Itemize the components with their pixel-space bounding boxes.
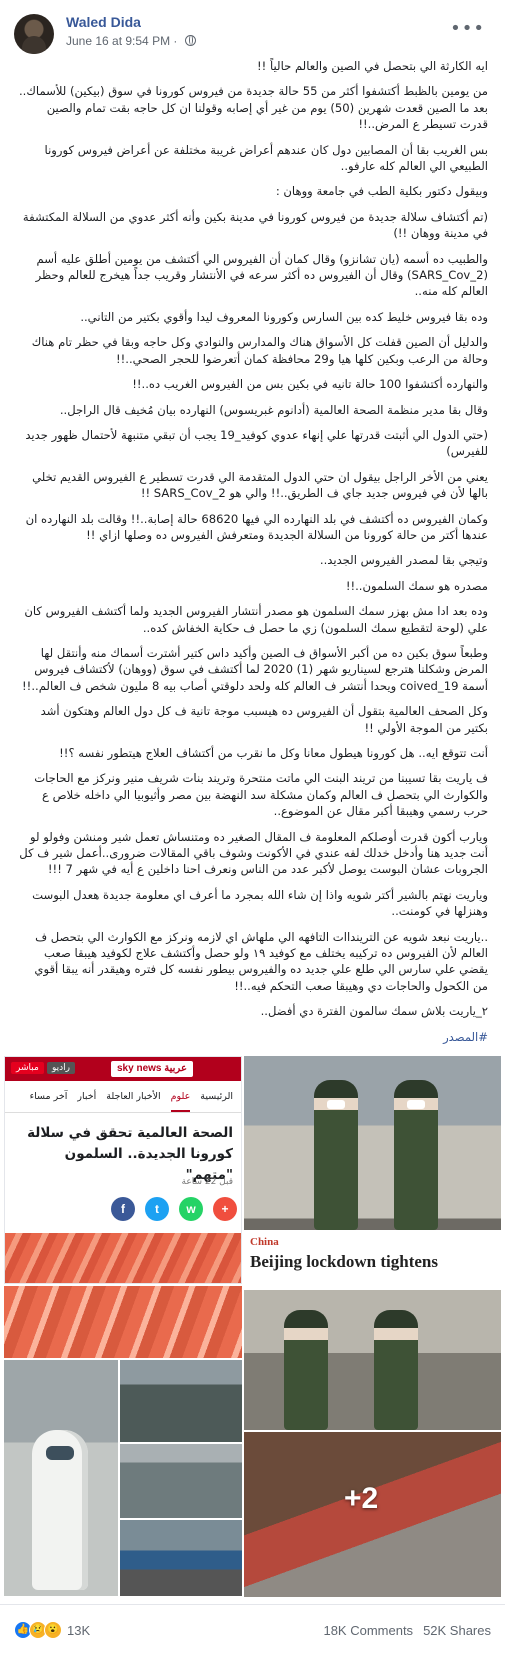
engagement-counts: 18K Comments 52K Shares — [323, 1623, 491, 1638]
post-paragraph: ٢_ياريت بلاش سمك سالمون الفترة دي أفضل.. — [260, 1004, 488, 1019]
reactions-summary[interactable]: 👍 😢 😮 13K — [14, 1621, 90, 1639]
guard-figure — [284, 1310, 328, 1430]
post-footer: 👍 😢 😮 13K 18K Comments 52K Shares — [0, 1604, 505, 1654]
photo-hazmat-worker[interactable] — [4, 1360, 118, 1596]
photo-sky-news-article[interactable]: مباشر راديو sky news عربية الرئيسية علوم ا… — [4, 1056, 242, 1284]
twitter-share-icon: t — [145, 1197, 169, 1221]
post-paragraph: وكل الصحف العالمية بتقول أن الفيروس ده ه… — [40, 704, 488, 735]
comments-count[interactable]: 18K Comments — [323, 1623, 413, 1638]
caption-tag: China — [250, 1236, 279, 1248]
guard-figure — [374, 1310, 418, 1430]
photo-beijing-guards[interactable]: China Beijing lockdown tightens — [244, 1056, 501, 1288]
post-paragraph: وده بقا فيروس خليط كده بين السارس وكورون… — [80, 309, 488, 324]
salmon-image-strip — [5, 1233, 241, 1283]
photo-salmon-fillets[interactable] — [4, 1286, 242, 1358]
author-avatar[interactable] — [14, 14, 54, 54]
post-header: Waled Dida June 16 at 9:54 PM · ••• — [0, 0, 505, 56]
wow-reaction-icon: 😮 — [44, 1621, 62, 1639]
post-paragraph: وياريت نهتم بالشير أكتر شويه واذا إن شاء… — [32, 887, 488, 919]
post-paragraph: والطبيب ده أسمه (يان تشانزو) وقال كمان أ… — [35, 251, 488, 299]
sky-news-logo: sky news عربية — [111, 1061, 193, 1077]
post-paragraph: وبيقول دكتور بكلية الطب في جامعة ووهان : — [275, 184, 488, 199]
post-paragraph: (تم أكتشاف سلالة جديدة من فيروس كورونا ف… — [22, 209, 488, 241]
share-icons: f t w + — [13, 1197, 237, 1221]
photo-gallery: مباشر راديو sky news عربية الرئيسية علوم ا… — [0, 1050, 505, 1602]
post-paragraph: وطبعاً سوق بكين ده من أكبر الأسواق ف الص… — [22, 645, 488, 693]
facebook-share-icon: f — [111, 1197, 135, 1221]
more-options-icon[interactable]: ••• — [450, 18, 485, 39]
post-paragraph: والنهارده أكتشفوا 100 حالة تانيه في بكين… — [132, 377, 488, 392]
sky-nav-item: الأخبار العاجلة — [106, 1091, 161, 1102]
post-paragraph: ويارب أكون قدرت أوصلكم المعلومة ف المقال… — [19, 829, 488, 877]
post-paragraph: بس الغريب بقا أن المصابين دول كان عندهم … — [44, 142, 488, 174]
whatsapp-share-icon: w — [179, 1197, 203, 1221]
sky-nav-item: آخر مساء — [29, 1091, 68, 1102]
post-paragraph: وقال بقا مدير منظمة الصحة العالمية (أدان… — [59, 402, 488, 417]
post-paragraph: والدليل أن الصين قفلت كل الأسواق هناك وا… — [31, 335, 488, 366]
photo-market[interactable]: +2 — [244, 1432, 501, 1597]
post-paragraph: (حتي الدول الي أثبتت قدرتها علي إنهاء عد… — [25, 427, 488, 459]
post-paragraph: ..ياريت نبعد شويه عن الترينداات التافهه … — [34, 929, 488, 993]
hashtag-link[interactable]: #المصدر — [18, 1029, 488, 1045]
reaction-count: 13K — [67, 1622, 91, 1638]
shares-count[interactable]: 52K Shares — [423, 1623, 491, 1638]
photo-street-checkpoint[interactable] — [120, 1360, 242, 1442]
post-paragraph: يعني من الأخر الراجل بيقول ان حتي الدول … — [32, 469, 488, 501]
post-paragraph: وتيجي بقا لمصدر الفيروس الجديد.. — [319, 553, 488, 568]
author-name[interactable]: Waled Dida — [66, 14, 141, 30]
more-photos-count[interactable]: +2 — [344, 1482, 378, 1516]
sky-time: قبل 22 ساعة — [181, 1177, 234, 1187]
sky-nav-item: علوم — [170, 1091, 191, 1112]
sky-nav-item: أخبار — [77, 1091, 97, 1102]
photo-guards-closeup[interactable] — [244, 1290, 501, 1430]
post-paragraph: وده بعد ادا مش بهزر سمك السلمون هو مصدر … — [24, 604, 488, 635]
post-paragraph: ايه الكارثة الي بتحصل في الصين والعالم ح… — [257, 59, 488, 73]
sky-radio-badge: راديو — [47, 1062, 76, 1074]
more-share-icon: + — [213, 1197, 237, 1221]
mask-shape — [327, 1100, 345, 1109]
post-body: ايه الكارثة الي بتحصل في الصين والعالم ح… — [18, 58, 488, 1147]
photo-street-market[interactable] — [120, 1444, 242, 1518]
mask-shape — [407, 1100, 425, 1109]
post-meta: June 16 at 9:54 PM · — [66, 34, 196, 48]
post-paragraph: وكمان الفيروس ده أكتشف في بلد النهارده ا… — [25, 511, 488, 542]
post-paragraph: أنت تتوقع ايه.. هل كورونا هيطول معانا وك… — [59, 746, 488, 760]
globe-icon[interactable] — [184, 35, 196, 46]
sky-nav: الرئيسية علوم الأخبار العاجلة أخبار آخر مساء — [5, 1083, 241, 1113]
photo-testing-tents[interactable] — [120, 1520, 242, 1596]
sky-topbar: مباشر راديو sky news عربية — [5, 1057, 241, 1081]
sky-live-badge: مباشر — [11, 1062, 44, 1074]
news-caption-bar: China Beijing lockdown tightens — [244, 1230, 501, 1288]
post-paragraph: من يومين بالظبط أكتشفوا أكثر من 55 حالة … — [19, 84, 488, 132]
dot-separator: · — [173, 34, 181, 48]
post-timestamp[interactable]: June 16 at 9:54 PM — [66, 34, 170, 48]
post-paragraph: ف ياريت بقا تسيبنا من تريند البنت الي ما… — [34, 771, 488, 819]
caption-title: Beijing lockdown tightens — [250, 1252, 438, 1271]
hazmat-visor — [46, 1446, 74, 1460]
post-paragraph: مصدره هو سمك السلمون..!! — [345, 578, 488, 593]
sky-nav-item: الرئيسية — [200, 1091, 233, 1102]
